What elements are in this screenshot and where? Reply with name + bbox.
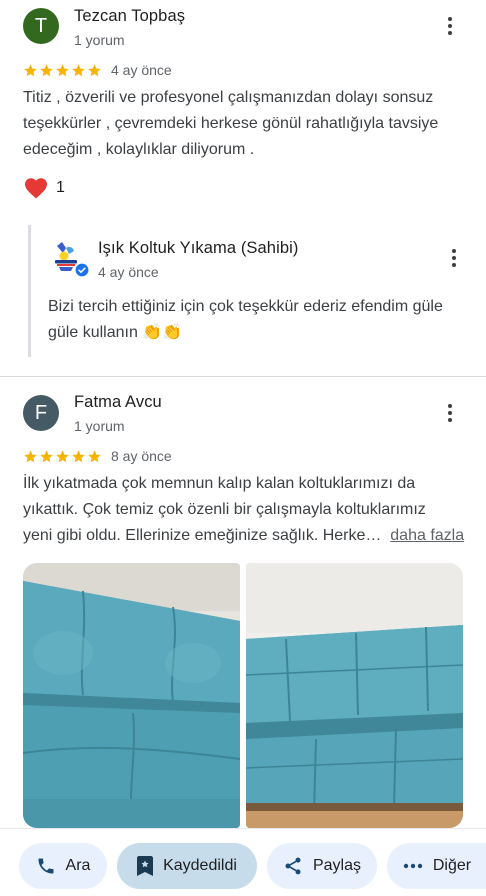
bookmark-icon xyxy=(137,856,154,876)
reply-age: 4 ay önce xyxy=(98,264,159,280)
reviewer-meta: 1 yorum xyxy=(74,418,125,434)
review-photo[interactable] xyxy=(246,563,463,828)
star-icon xyxy=(88,64,101,77)
call-label: Ara xyxy=(65,857,91,874)
more-label: Diğer xyxy=(432,857,472,874)
read-more-link[interactable]: daha fazla xyxy=(390,527,464,544)
reviewer-meta: 1 yorum xyxy=(74,32,125,48)
reaction-count: 1 xyxy=(56,179,65,196)
reply-text: Bizi tercih ettiğiniz için çok teşekkür … xyxy=(48,298,443,341)
star-icon xyxy=(56,450,69,463)
review-age: 4 ay önce xyxy=(111,62,172,78)
review-text: Titiz , özverili ve profesyonel çalışman… xyxy=(23,89,439,158)
owner-name[interactable]: Işık Koltuk Yıkama (Sahibi) xyxy=(98,239,298,258)
share-icon xyxy=(285,857,301,875)
review-card: F Fatma Avcu 1 yorum 8 ay önce İlk yıkat… xyxy=(0,377,486,828)
heart-icon xyxy=(25,178,47,199)
more-options-icon[interactable] xyxy=(438,401,462,425)
star-icon xyxy=(88,450,101,463)
sofa-photo-image xyxy=(246,563,463,828)
star-rating xyxy=(23,63,102,78)
reply-more-options-icon[interactable] xyxy=(442,246,466,270)
reply-divider xyxy=(28,225,31,357)
phone-icon xyxy=(38,858,54,874)
star-icon xyxy=(72,64,85,77)
reviewer-name[interactable]: Fatma Avcu xyxy=(74,393,162,412)
star-icon xyxy=(40,450,53,463)
owner-logo[interactable] xyxy=(48,238,89,278)
review-card: T Tezcan Topbaş 1 yorum 4 ay önce Titiz … xyxy=(0,0,486,376)
star-icon xyxy=(72,450,85,463)
star-icon xyxy=(56,64,69,77)
more-horizontal-icon xyxy=(403,863,423,869)
share-button[interactable]: Paylaş xyxy=(267,843,377,889)
avatar[interactable]: T xyxy=(23,8,59,44)
star-icon xyxy=(40,64,53,77)
saved-button[interactable]: Kaydedildi xyxy=(117,843,257,889)
more-button[interactable]: Diğer xyxy=(387,843,486,889)
star-icon xyxy=(24,64,37,77)
share-label: Paylaş xyxy=(312,857,362,874)
review-text: İlk yıkatmada çok memnun kalıp kalan kol… xyxy=(23,475,465,544)
saved-label: Kaydedildi xyxy=(163,857,237,874)
sofa-photo-image xyxy=(23,563,240,828)
verified-icon xyxy=(75,263,89,277)
review-photo[interactable] xyxy=(23,563,240,828)
reviewer-name[interactable]: Tezcan Topbaş xyxy=(74,7,185,26)
avatar[interactable]: F xyxy=(23,395,59,431)
action-bar: Ara Kaydedildi Paylaş Diğer xyxy=(0,828,486,896)
call-button[interactable]: Ara xyxy=(19,843,107,889)
more-options-icon[interactable] xyxy=(438,14,462,38)
review-age: 8 ay önce xyxy=(111,448,172,464)
star-icon xyxy=(24,450,37,463)
reaction-button[interactable]: 1 xyxy=(24,177,65,199)
star-rating xyxy=(23,449,102,464)
